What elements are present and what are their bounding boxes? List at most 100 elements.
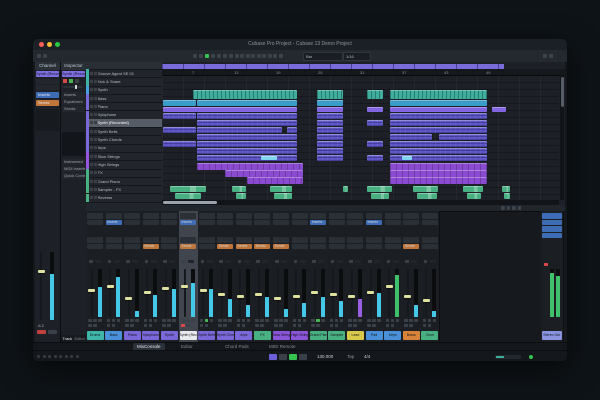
read-button[interactable] xyxy=(154,319,158,322)
audio-clip[interactable] xyxy=(232,186,246,192)
mute-button[interactable] xyxy=(404,319,408,322)
channel-name-label[interactable]: Synth Chords xyxy=(217,331,234,340)
read-button[interactable] xyxy=(303,319,307,322)
fader-lane[interactable] xyxy=(239,269,241,317)
punch-icon[interactable] xyxy=(211,54,215,58)
read-button[interactable] xyxy=(210,319,214,322)
insert-slot[interactable] xyxy=(199,213,215,219)
read-button[interactable] xyxy=(117,319,121,322)
solo-button[interactable] xyxy=(409,319,413,322)
solo-button[interactable] xyxy=(112,319,116,322)
mute-button[interactable] xyxy=(90,163,93,166)
midi-clip[interactable] xyxy=(317,141,343,147)
midi-clip[interactable] xyxy=(247,177,303,184)
send-slot[interactable] xyxy=(124,244,140,250)
racks-icon[interactable] xyxy=(518,206,522,210)
solo-button[interactable] xyxy=(167,319,171,322)
mute-button[interactable] xyxy=(90,80,93,83)
edit-channel-button[interactable] xyxy=(424,260,428,263)
edit-channel-button[interactable] xyxy=(238,260,242,263)
midi-clip[interactable] xyxy=(317,134,343,140)
send-slot[interactable]: Sends xyxy=(254,244,270,250)
midi-clip[interactable] xyxy=(367,120,383,126)
setup-icon[interactable] xyxy=(43,54,47,58)
midi-clip[interactable] xyxy=(287,127,297,133)
pan-control[interactable] xyxy=(225,260,231,263)
read-button[interactable] xyxy=(247,319,251,322)
midi-clip[interactable] xyxy=(390,170,487,177)
midi-clip[interactable] xyxy=(390,134,432,140)
monitor-button[interactable] xyxy=(335,324,339,327)
solo-button[interactable] xyxy=(94,180,97,183)
mixer-channel[interactable]: SendsArps xyxy=(235,211,255,342)
mute-button[interactable] xyxy=(90,171,93,174)
mute-button[interactable] xyxy=(90,180,93,183)
channel-inserts-slot[interactable]: Inserts xyxy=(36,92,59,98)
insert-slot[interactable] xyxy=(403,213,419,219)
edit-channel-button[interactable] xyxy=(387,260,391,263)
fader-handle[interactable] xyxy=(423,299,430,302)
mute-button[interactable] xyxy=(311,319,315,322)
insert-slot[interactable] xyxy=(310,213,326,219)
send-slot[interactable]: Sends xyxy=(403,244,419,250)
midi-clip[interactable] xyxy=(439,134,487,140)
cycle-icon[interactable] xyxy=(217,54,221,58)
channel-name-label[interactable]: Slow Strings xyxy=(273,331,290,340)
fader-handle[interactable] xyxy=(311,291,318,294)
monitor-button[interactable] xyxy=(298,324,302,327)
tap-tempo-button[interactable]: Tap xyxy=(347,354,354,359)
send-slot[interactable] xyxy=(87,237,103,243)
fader-handle[interactable] xyxy=(200,289,207,292)
play-button[interactable] xyxy=(289,354,297,360)
insert-slot[interactable] xyxy=(385,213,401,219)
inspector-section-inserts[interactable]: Inserts xyxy=(62,92,85,98)
read-button[interactable] xyxy=(396,319,400,322)
fader-lane[interactable] xyxy=(351,269,353,317)
send-slot[interactable] xyxy=(310,244,326,250)
mute-button[interactable] xyxy=(330,319,334,322)
cycle-button[interactable] xyxy=(269,354,277,360)
inspector-section-midi-inserts[interactable]: MIDI Inserts xyxy=(62,166,85,172)
edit-channel-button[interactable] xyxy=(182,260,186,263)
mute-button[interactable] xyxy=(367,319,371,322)
midi-clip[interactable] xyxy=(197,134,297,140)
pan-control[interactable] xyxy=(393,260,399,263)
edit-channel-button[interactable] xyxy=(219,260,223,263)
send-slot[interactable]: Sends xyxy=(217,244,233,250)
fader-lane[interactable] xyxy=(202,269,204,317)
audio-clip[interactable] xyxy=(270,186,292,192)
vertical-scrollbar[interactable] xyxy=(560,75,564,200)
mixer-channel[interactable]: Sends Synth Chords xyxy=(216,211,236,342)
send-slot[interactable] xyxy=(329,244,345,250)
read-button[interactable] xyxy=(433,319,437,322)
midi-clip[interactable] xyxy=(390,120,487,126)
erase-icon[interactable] xyxy=(251,54,255,58)
channel-mute-button[interactable] xyxy=(37,330,46,334)
record-button[interactable] xyxy=(125,324,129,327)
fader-lane[interactable] xyxy=(407,269,409,317)
send-slot[interactable] xyxy=(236,237,252,243)
instrument-picture[interactable] xyxy=(62,132,85,156)
monitor-button[interactable] xyxy=(260,324,264,327)
fader-lane[interactable] xyxy=(277,269,279,317)
midi-clip[interactable] xyxy=(197,113,297,119)
monitor-button[interactable] xyxy=(391,324,395,327)
mute-button[interactable] xyxy=(88,319,92,322)
record-button[interactable] xyxy=(144,324,148,327)
mute-button[interactable] xyxy=(125,319,129,322)
insert-slot[interactable] xyxy=(329,213,345,219)
mute-button[interactable] xyxy=(162,319,166,322)
record-button[interactable] xyxy=(348,324,352,327)
mute-button[interactable] xyxy=(200,319,204,322)
solo-button[interactable] xyxy=(353,319,357,322)
insert-slot[interactable] xyxy=(143,213,159,219)
midi-clip[interactable] xyxy=(492,107,506,112)
solo-button[interactable] xyxy=(94,130,97,133)
agents-icon[interactable] xyxy=(501,206,505,210)
solo-button[interactable] xyxy=(223,319,227,322)
pan-control[interactable] xyxy=(188,260,194,263)
midi-clip[interactable] xyxy=(197,155,297,161)
audio-clip[interactable] xyxy=(175,193,201,199)
inspector-tab[interactable]: Inspector xyxy=(61,62,86,70)
fader-lane[interactable] xyxy=(128,269,130,317)
